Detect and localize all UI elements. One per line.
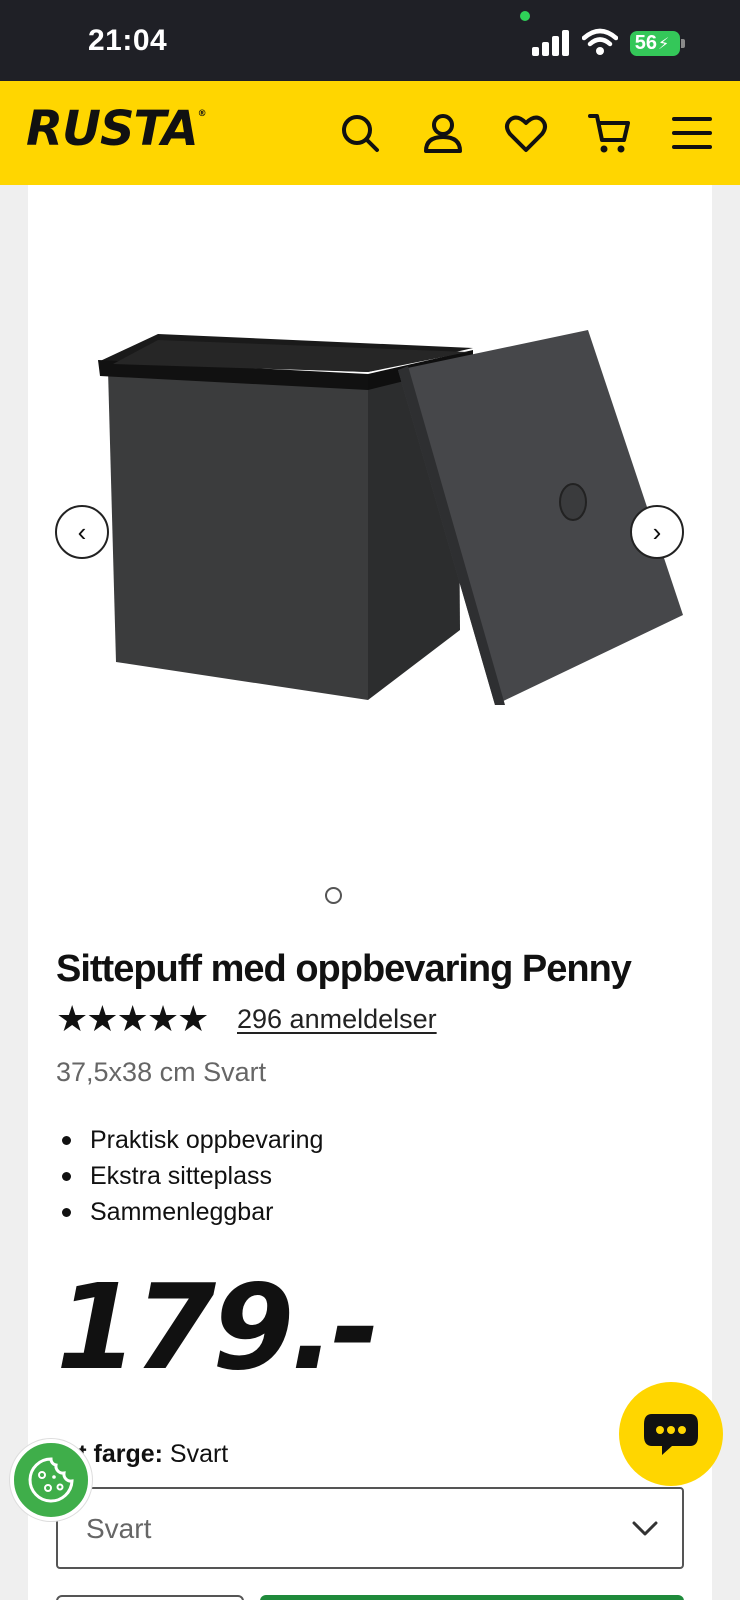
battery-cap — [681, 39, 685, 48]
add-to-cart-button[interactable] — [260, 1595, 684, 1600]
cookie-icon — [28, 1457, 74, 1503]
rating-stars: ★★★★★ — [56, 998, 209, 1039]
gallery-dot[interactable] — [325, 887, 342, 904]
logo-text: RUSTA — [26, 101, 199, 157]
camera-indicator — [520, 11, 530, 21]
search-icon — [342, 115, 379, 152]
chevron-down-icon — [632, 1521, 658, 1536]
cellular-signal-icon — [532, 30, 569, 56]
chat-button[interactable] — [619, 1382, 723, 1486]
product-gallery[interactable] — [28, 185, 712, 925]
color-select-value: Svart — [86, 1513, 152, 1544]
logo-registered-mark: ® — [197, 109, 207, 119]
list-item: Sammenleggbar — [56, 1194, 323, 1230]
account-icon — [424, 114, 462, 153]
charging-icon: ⚡ — [658, 35, 670, 53]
wifi-icon — [582, 28, 618, 55]
account-button[interactable] — [421, 111, 465, 155]
list-item: Praktisk oppbevaring — [56, 1122, 323, 1158]
chat-icon — [644, 1414, 698, 1455]
site-header: RUSTA® — [0, 81, 740, 185]
menu-icon — [672, 117, 712, 149]
chevron-left-icon: ‹ — [77, 516, 87, 547]
cart-icon — [588, 114, 630, 153]
product-variant: 37,5x38 cm Svart — [56, 1057, 267, 1087]
color-select[interactable]: Svart — [56, 1487, 684, 1569]
status-bar: 21:04 56 ⚡ — [0, 0, 740, 81]
cookie-settings-button[interactable] — [10, 1439, 92, 1521]
heart-icon — [505, 115, 547, 152]
quantity-button[interactable] — [56, 1595, 244, 1600]
product-title: Sittepuff med oppbevaring Penny — [56, 948, 632, 990]
gallery-next-button[interactable]: › — [630, 505, 684, 559]
feature-list: Praktisk oppbevaring Ekstra sitteplass S… — [56, 1122, 323, 1230]
menu-button[interactable] — [670, 111, 714, 155]
battery-level: 56 — [634, 32, 657, 54]
product-price: 179.- — [56, 1258, 380, 1396]
list-item: Ekstra sitteplass — [56, 1158, 323, 1194]
product-image — [98, 330, 683, 705]
battery-indicator: 56 ⚡ — [630, 31, 680, 56]
reviews-link[interactable]: 296 anmeldelser — [237, 1004, 437, 1035]
rusta-logo[interactable]: RUSTA® — [26, 101, 207, 157]
search-button[interactable] — [338, 111, 382, 155]
cart-button[interactable] — [588, 111, 632, 155]
gallery-prev-button[interactable]: ‹ — [55, 505, 109, 559]
selected-color-value: Svart — [169, 1440, 229, 1468]
wishlist-button[interactable] — [504, 111, 548, 155]
status-time: 21:04 — [88, 24, 168, 57]
chevron-right-icon: › — [652, 516, 662, 547]
